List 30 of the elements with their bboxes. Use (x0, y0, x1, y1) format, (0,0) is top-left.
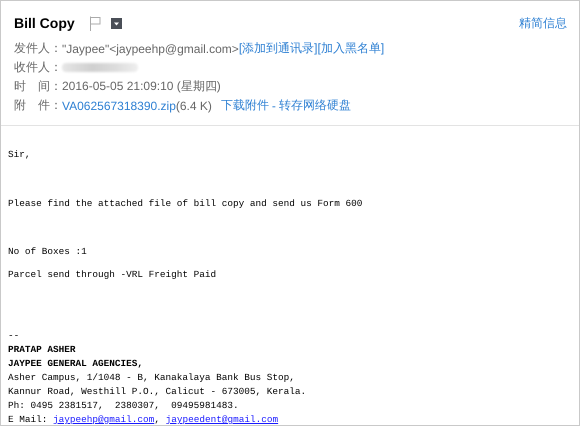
sent-time: 2016-05-05 21:09:10 (星期四) (62, 78, 221, 95)
attachment-size: (6.4 K) (176, 98, 212, 112)
separator-text: - (272, 98, 276, 112)
email-link[interactable]: jaypeehp@gmail.com (53, 414, 154, 425)
body-text: No of Boxes :1 (8, 245, 88, 259)
attachment-label: 附 件： (14, 97, 62, 114)
attachment-action-link[interactable]: 下载附件 (220, 97, 269, 114)
time-label: 时 间： (14, 78, 62, 95)
email-subject: Bill Copy (14, 15, 75, 31)
attachment-action-link[interactable]: 转存网络硬盘 (278, 97, 351, 114)
company-name: JAYPEE GENERAL AGENCIES, (8, 357, 144, 371)
sender-action-link[interactable]: [加入黑名单] (317, 40, 384, 57)
address-line: Kannur Road, Westhill P.O., Calicut - 673005, Kerala. (8, 385, 308, 399)
sender-address: "Jaypee"<jaypeehp@gmail.com> (62, 42, 239, 56)
summary-link[interactable]: 精简信息 (519, 14, 567, 32)
body-text: Parcel send through -VRL Freight Paid (8, 268, 218, 282)
body-text: Please find the attached file of bill copy and send us Form 600 (8, 197, 364, 211)
comma-text: , (154, 414, 160, 425)
signature-separator: -- (8, 329, 20, 343)
recipient-label: 收件人： (14, 59, 62, 76)
email-link[interactable]: jaypeedent@gmail.com (166, 414, 278, 425)
signature-name: PRATAP ASHER (8, 343, 77, 357)
sender-action-link[interactable]: [添加到通讯录] (238, 40, 318, 57)
address-line: Asher Campus, 1/1048 - B, Kanakalaya Bank Bus Stop, (8, 371, 296, 385)
body-text: Sir, (8, 148, 32, 162)
dropdown-icon[interactable] (110, 18, 122, 28)
sender-label: 发件人： (14, 40, 62, 57)
email-label: E Mail: (8, 414, 48, 425)
phone-numbers: Ph: 0495 2381517, 2380307, 09495981483. (8, 399, 240, 413)
attachment-file-link[interactable]: VA062567318390.zip (62, 98, 176, 112)
